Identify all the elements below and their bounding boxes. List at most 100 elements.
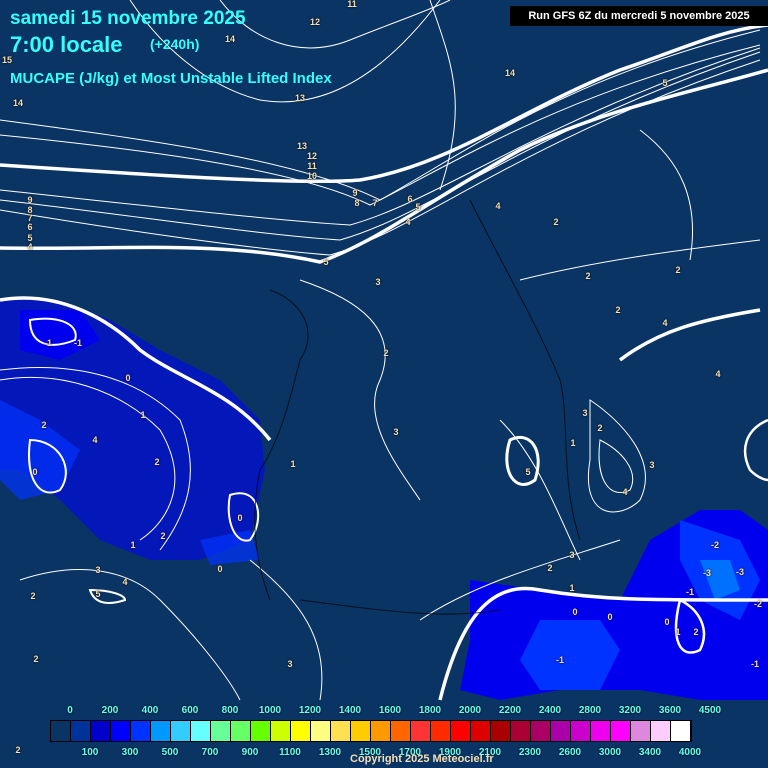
contour-label: 0 [32, 467, 38, 477]
contour-label: 2 [597, 423, 603, 433]
contour-label: 3 [569, 550, 575, 560]
contour-label: 7 [372, 198, 378, 208]
forecast-date: samedi 15 novembre 2025 [10, 8, 246, 29]
colorbar-swatch [571, 721, 591, 741]
colorbar-label: 1300 [318, 747, 342, 758]
contour-label: 14 [12, 98, 24, 108]
contour-label: 0 [572, 607, 578, 617]
contour-label: 6 [407, 194, 413, 204]
contour-label: 4 [405, 217, 411, 227]
contour-label: 5 [95, 589, 101, 599]
colorbar-label: 100 [81, 747, 99, 758]
colorbar-label: 1000 [258, 705, 282, 716]
contour-label: 0 [125, 373, 131, 383]
colorbar-label: 1400 [338, 705, 362, 716]
colorbar-swatch [551, 721, 571, 741]
contour-label: 11 [347, 0, 357, 9]
contour-label: 8 [354, 198, 360, 208]
contour-label: 2 [585, 271, 591, 281]
contour-label: 5 [525, 467, 531, 477]
colorbar-swatch [451, 721, 471, 741]
colorbar-swatch [331, 721, 351, 741]
colorbar-label: 2800 [578, 705, 602, 716]
colorbar-label: 2400 [538, 705, 562, 716]
contour-label: 2 [160, 531, 166, 541]
run-info-banner: Run GFS 6Z du mercredi 5 novembre 2025 [510, 6, 768, 26]
colorbar-swatch [351, 721, 371, 741]
colorbar-label: 700 [201, 747, 219, 758]
contour-label: 2 [547, 563, 553, 573]
contour-label: 6 [27, 222, 33, 232]
colorbar-label: 3400 [638, 747, 662, 758]
colorbar-swatch [311, 721, 331, 741]
contour-label: 1 [140, 410, 146, 420]
colorbar-swatch [631, 721, 651, 741]
contour-label: -2 [753, 599, 763, 609]
colorbar-swatch [71, 721, 91, 741]
colorbar-label: 1600 [378, 705, 402, 716]
contour-label: 13 [296, 141, 308, 151]
colorbar-swatch [371, 721, 391, 741]
colorbar-swatch [391, 721, 411, 741]
colorbar-swatch [111, 721, 131, 741]
contour-label: -1 [750, 659, 760, 669]
colorbar-label: 3200 [618, 705, 642, 716]
contour-label: 5 [662, 78, 668, 88]
colorbar-swatch [131, 721, 151, 741]
colorbar-label: 2200 [498, 705, 522, 716]
contour-label: 4 [715, 369, 721, 379]
cape-shading [0, 300, 768, 700]
contour-label: 5 [323, 257, 329, 267]
contour-label: 1 [290, 459, 296, 469]
contour-label: 3 [95, 565, 101, 575]
contour-label: 9 [352, 188, 358, 198]
colorbar-label: 4500 [698, 705, 722, 716]
contour-label: -3 [735, 567, 745, 577]
forecast-time: 7:00 locale [10, 32, 123, 57]
contour-label: -1 [43, 338, 53, 348]
contour-label: 3 [375, 277, 381, 287]
forecast-lead: (+240h) [150, 36, 200, 52]
contour-label: 4 [495, 201, 501, 211]
colorbar-label: 400 [141, 705, 159, 716]
contour-label: 4 [27, 242, 33, 252]
contour-label: 11 [307, 161, 317, 171]
colorbar-swatch [191, 721, 211, 741]
contour-label: 14 [504, 68, 516, 78]
colorbar-swatch [651, 721, 671, 741]
contour-label: -2 [710, 540, 720, 550]
contour-label: 4 [622, 487, 628, 497]
contour-label: 1 [569, 583, 575, 593]
contour-label: 4 [92, 435, 98, 445]
colorbar-label: 2000 [458, 705, 482, 716]
contour-label: 12 [306, 151, 318, 161]
contour-label: 5 [415, 202, 421, 212]
colorbar-swatch [171, 721, 191, 741]
colorbar-label: 2600 [558, 747, 582, 758]
contour-label: 12 [309, 17, 321, 27]
colorbar-label: 200 [101, 705, 119, 716]
colorbar-swatch [91, 721, 111, 741]
contour-label: 2 [30, 591, 36, 601]
product-title: MUCAPE (J/kg) et Most Unstable Lifted In… [10, 70, 332, 87]
contour-label: 14 [224, 34, 236, 44]
colorbar-swatch [531, 721, 551, 741]
copyright: Copyright 2025 Meteociel.fr [350, 753, 494, 765]
contour-label: 2 [615, 305, 621, 315]
contour-label: 13 [294, 93, 306, 103]
contour-label: 2 [154, 457, 160, 467]
contour-label: 1 [570, 438, 576, 448]
colorbar-label: 1200 [298, 705, 322, 716]
contour-label: 1 [130, 540, 136, 550]
colorbar-swatch [611, 721, 631, 741]
weather-map: samedi 15 novembre 2025 7:00 locale (+24… [0, 0, 768, 768]
colorbar-label: 1100 [279, 747, 301, 758]
colorbar-swatch [511, 721, 531, 741]
colorbar-swatch [471, 721, 491, 741]
contour-label: 4 [662, 318, 668, 328]
colorbar-label: 900 [241, 747, 259, 758]
contour-label: 3 [582, 408, 588, 418]
colorbar-label: 500 [161, 747, 179, 758]
colorbar-swatch [411, 721, 431, 741]
colorbar-swatch [671, 721, 691, 741]
